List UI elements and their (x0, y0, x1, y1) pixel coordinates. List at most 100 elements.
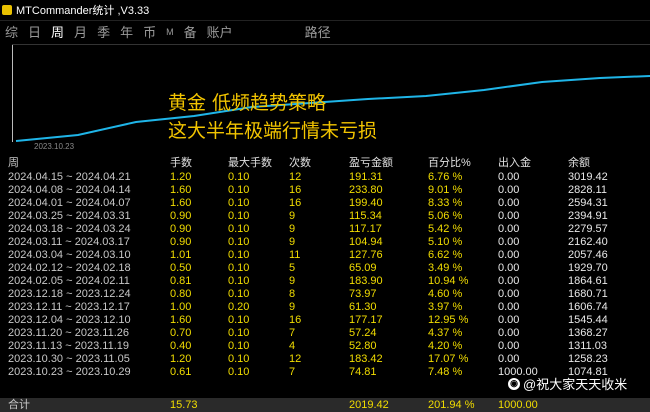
deposits-cell: 0.00 (498, 210, 520, 222)
table-row[interactable]: 2023.12.18 ~ 2023.12.24 0.80 0.10 8 73.97 4.6… (0, 288, 650, 301)
header-balance[interactable]: 余额 (568, 156, 590, 171)
profit-cell: 65.09 (349, 262, 377, 274)
percent-cell: 6.62 % (428, 249, 463, 261)
table-row[interactable]: 2024.02.12 ~ 2024.02.18 0.50 0.10 5 65.09 3.4… (0, 262, 650, 275)
percent-cell: 4.60 % (428, 288, 463, 300)
header-profit[interactable]: 盈亏金额 (349, 156, 393, 171)
table-row[interactable]: 2024.03.11 ~ 2024.03.17 0.90 0.10 9 104.94 5.… (0, 236, 650, 249)
profit-cell: 199.40 (349, 197, 383, 209)
week-cell: 2023.10.23 ~ 2023.10.29 (8, 366, 131, 378)
trades-cell: 16 (289, 197, 302, 209)
tab-quarterly[interactable]: 季 (92, 22, 115, 41)
week-cell: 2023.12.04 ~ 2023.12.10 (8, 314, 131, 326)
max-lots-cell: 0.10 (228, 210, 250, 222)
deposits-cell: 0.00 (498, 262, 520, 274)
tab-path[interactable]: 路径 (300, 22, 336, 41)
lots-cell: 1.01 (170, 249, 192, 261)
header-percent[interactable]: 百分比% (428, 156, 471, 171)
watermark: ◉ @祝大家天天收米 (508, 374, 627, 393)
trades-cell: 11 (289, 249, 301, 261)
lots-cell: 0.90 (170, 236, 192, 248)
table-row[interactable]: 2024.02.05 ~ 2024.02.11 0.81 0.10 9 183.90 10… (0, 275, 650, 288)
week-cell: 2023.11.20 ~ 2023.11.26 (8, 327, 130, 339)
max-lots-cell: 0.10 (228, 249, 250, 261)
tab-monthly[interactable]: 月 (69, 22, 92, 41)
balance-cell: 1311.03 (568, 340, 607, 352)
balance-cell: 1864.61 (568, 275, 608, 287)
deposits-cell: 0.00 (498, 288, 520, 300)
profit-cell: 183.42 (349, 353, 383, 365)
deposits-cell: 0.00 (498, 327, 520, 339)
lots-cell: 1.00 (170, 301, 192, 313)
lots-cell: 0.50 (170, 262, 192, 274)
max-lots-cell: 0.10 (228, 197, 250, 209)
week-cell: 2023.12.11 ~ 2023.12.17 (8, 301, 130, 313)
tab-notes[interactable]: 备 (179, 22, 202, 41)
tab-yearly[interactable]: 年 (115, 22, 138, 41)
total-percent: 201.94 % (428, 399, 475, 411)
table-row[interactable]: 2024.03.25 ~ 2024.03.31 0.90 0.10 9 115.34 5.… (0, 210, 650, 223)
trades-cell: 5 (289, 262, 296, 274)
profit-cell: 183.90 (349, 275, 383, 287)
tab-weekly[interactable]: 周 (46, 22, 69, 41)
header-deposits[interactable]: 出入金 (498, 156, 531, 171)
lots-cell: 1.60 (170, 197, 192, 209)
table-row[interactable]: 2023.10.30 ~ 2023.11.05 1.20 0.10 12 183.42 1… (0, 353, 650, 366)
profit-cell: 191.31 (349, 171, 383, 183)
week-cell: 2023.11.13 ~ 2023.11.19 (8, 340, 130, 352)
deposits-cell: 0.00 (498, 314, 520, 326)
trades-cell: 9 (289, 223, 296, 235)
week-cell: 2024.02.05 ~ 2024.02.11 (8, 275, 130, 287)
max-lots-cell: 0.10 (228, 366, 250, 378)
table-row[interactable]: 2023.11.13 ~ 2023.11.19 0.40 0.10 4 52.80 4.2… (0, 340, 650, 353)
tab-daily[interactable]: 日 (23, 22, 46, 41)
max-lots-cell: 0.10 (228, 275, 250, 287)
trades-cell: 9 (289, 275, 296, 287)
tab-magic[interactable]: M (161, 27, 179, 37)
week-cell: 2024.04.15 ~ 2024.04.21 (8, 171, 131, 183)
table-row[interactable]: 2024.03.18 ~ 2024.03.24 0.90 0.10 9 117.17 5.… (0, 223, 650, 236)
lots-cell: 0.61 (170, 366, 192, 378)
max-lots-cell: 0.10 (228, 236, 250, 248)
max-lots-cell: 0.10 (228, 288, 250, 300)
table-row[interactable]: 2024.04.15 ~ 2024.04.21 1.20 0.10 12 191.31 6… (0, 171, 650, 184)
trades-cell: 9 (289, 210, 296, 222)
weekly-stats-table: 周 手数 最大手数 次数 盈亏金额 百分比% 出入金 余额 2024.04.15… (0, 156, 650, 379)
table-row[interactable]: 2024.04.08 ~ 2024.04.14 1.60 0.10 16 233.80 9… (0, 184, 650, 197)
lots-cell: 0.81 (170, 275, 192, 287)
table-row[interactable]: 2024.03.04 ~ 2024.03.10 1.01 0.10 11 127.76 6… (0, 249, 650, 262)
header-trades[interactable]: 次数 (289, 156, 311, 171)
tab-account[interactable]: 账户 (202, 22, 238, 41)
tab-currency[interactable]: 币 (138, 22, 161, 41)
header-lots[interactable]: 手数 (170, 156, 192, 171)
percent-cell: 3.49 % (428, 262, 463, 274)
percent-cell: 6.76 % (428, 171, 463, 183)
header-max-lots[interactable]: 最大手数 (228, 156, 272, 171)
lots-cell: 1.20 (170, 353, 192, 365)
watermark-text: @祝大家天天收米 (523, 377, 628, 392)
profit-cell: 61.30 (349, 301, 377, 313)
profit-cell: 233.80 (349, 184, 383, 196)
total-row: 合计 15.73 2019.42 201.94 % 1000.00 (0, 398, 650, 412)
balance-cell: 1545.44 (568, 314, 608, 326)
balance-cell: 1929.70 (568, 262, 608, 274)
profit-cell: 74.81 (349, 366, 377, 378)
percent-cell: 3.97 % (428, 301, 463, 313)
week-cell: 2024.04.01 ~ 2024.04.07 (8, 197, 131, 209)
percent-cell: 4.20 % (428, 340, 463, 352)
table-row[interactable]: 2023.12.11 ~ 2023.12.17 1.00 0.20 9 61.30 3.9… (0, 301, 650, 314)
balance-cell: 1606.74 (568, 301, 608, 313)
period-tab-bar: 综 日 周 月 季 年 币 M 备 账户 路径 (0, 21, 650, 42)
table-row[interactable]: 2023.12.04 ~ 2023.12.10 1.60 0.10 16 177.17 1… (0, 314, 650, 327)
lots-cell: 0.70 (170, 327, 192, 339)
table-row[interactable]: 2023.11.20 ~ 2023.11.26 0.70 0.10 7 57.24 4.3… (0, 327, 650, 340)
balance-cell: 2594.31 (568, 197, 608, 209)
deposits-cell: 0.00 (498, 275, 520, 287)
weibo-icon: ◉ (508, 377, 520, 390)
header-week[interactable]: 周 (8, 156, 19, 171)
table-row[interactable]: 2024.04.01 ~ 2024.04.07 1.60 0.10 16 199.40 8… (0, 197, 650, 210)
profit-cell: 57.24 (349, 327, 377, 339)
tab-overview[interactable]: 综 (0, 22, 23, 41)
deposits-cell: 0.00 (498, 184, 520, 196)
max-lots-cell: 0.10 (228, 184, 250, 196)
